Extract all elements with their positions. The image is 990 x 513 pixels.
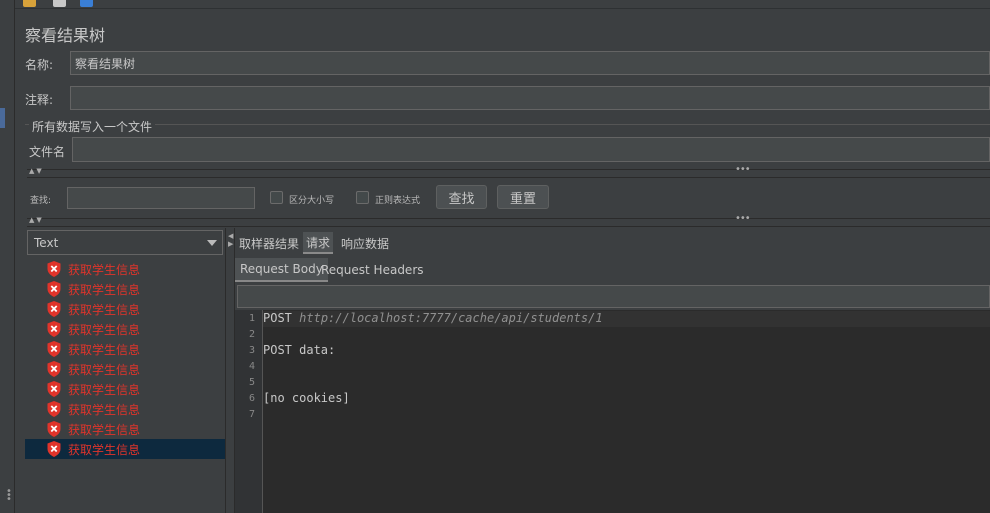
name-field[interactable]: 察看结果树 [70, 51, 990, 75]
filename-field[interactable] [72, 137, 990, 162]
search-label: 查找: [30, 196, 52, 206]
tree-item[interactable]: 获取学生信息 [25, 259, 225, 279]
splitter-top[interactable]: ▲▼ ••• [27, 164, 990, 178]
error-shield-icon [47, 401, 61, 417]
tree-item[interactable]: 获取学生信息 [25, 399, 225, 419]
case-sensitive-label: 区分大小写 [289, 196, 335, 206]
error-shield-icon [47, 261, 61, 277]
tree-item-label: 获取学生信息 [68, 422, 141, 437]
comment-label: 注释: [25, 93, 54, 107]
line-number: 2 [248, 329, 255, 340]
name-value: 察看结果树 [75, 56, 136, 71]
reset-button[interactable]: 重置 [497, 185, 549, 209]
error-shield-icon [47, 441, 61, 457]
editor-search-bar[interactable] [237, 285, 990, 308]
drag-handle-icon[interactable]: • • • [6, 487, 12, 505]
tree-item-label: 获取学生信息 [68, 342, 141, 357]
tab-sampler-result[interactable]: 取样器结果 [236, 232, 302, 254]
tree-item[interactable]: 获取学生信息 [25, 379, 225, 399]
collapse-arrows-icon[interactable]: ◀ ▶ [228, 232, 233, 248]
name-label: 名称: [25, 58, 54, 72]
line-number: 4 [248, 361, 255, 372]
file-group-title: 所有数据写入一个文件 [29, 118, 156, 135]
find-button[interactable]: 查找 [436, 185, 487, 209]
info-icon[interactable] [80, 0, 93, 7]
filename-label: 文件名 [29, 145, 66, 159]
tab-request[interactable]: 请求 [303, 232, 334, 254]
error-shield-icon [47, 301, 61, 317]
tree-item[interactable]: 获取学生信息 [25, 279, 225, 299]
page-title: 察看结果树 [25, 26, 106, 45]
tree-item[interactable]: 获取学生信息 [25, 319, 225, 339]
line-number: 7 [248, 409, 255, 420]
tree-item[interactable]: 获取学生信息 [25, 339, 225, 359]
tree-item[interactable]: 获取学生信息 [25, 299, 225, 319]
line-number: 3 [248, 345, 255, 356]
code-line-3: POST data: [263, 343, 336, 357]
line-number: 5 [248, 377, 255, 388]
tree-item-label: 获取学生信息 [68, 362, 141, 377]
line-number: 1 [248, 313, 255, 324]
error-shield-icon [47, 281, 61, 297]
tree-item[interactable]: 获取学生信息 [25, 439, 225, 459]
regex-label: 正则表达式 [375, 196, 421, 206]
file-group-border [25, 124, 990, 125]
subtab-request-headers[interactable]: Request Headers [316, 258, 429, 282]
error-shield-icon [47, 321, 61, 337]
request-url: http://localhost:7777/cache/api/students… [299, 311, 603, 325]
tree-item-label: 获取学生信息 [68, 322, 141, 337]
sidebar-selection-marker [0, 108, 5, 128]
error-shield-icon [47, 341, 61, 357]
tree-item[interactable]: 获取学生信息 [25, 359, 225, 379]
code-line-1: POST http://localhost:7777/cache/api/stu… [263, 311, 603, 325]
tree-item-label: 获取学生信息 [68, 302, 141, 317]
error-shield-icon [47, 381, 61, 397]
top-toolbar [15, 0, 990, 9]
splitter-middle[interactable]: ▲▼ ••• [27, 213, 990, 227]
tree-item-label: 获取学生信息 [68, 262, 141, 277]
renderer-selected: Text [34, 235, 59, 250]
tree-item-label: 获取学生信息 [68, 382, 141, 397]
case-sensitive-checkbox[interactable] [270, 191, 283, 204]
search-input[interactable] [67, 187, 255, 209]
splitter-grip-icon[interactable]: ••• [735, 164, 751, 175]
tree-item[interactable]: 获取学生信息 [25, 419, 225, 439]
comment-field[interactable] [70, 86, 990, 110]
http-method: POST [263, 311, 292, 325]
vertical-splitter[interactable]: ◀ ▶ [225, 228, 235, 513]
document-icon[interactable] [53, 0, 66, 7]
renderer-select[interactable]: Text [27, 230, 223, 255]
pencil-icon[interactable] [23, 0, 36, 7]
line-number: 6 [248, 393, 255, 404]
collapse-arrows-icon[interactable]: ▲▼ [29, 167, 44, 175]
request-editor[interactable] [235, 310, 990, 513]
splitter-grip-icon[interactable]: ••• [735, 213, 751, 224]
error-shield-icon [47, 421, 61, 437]
tree-item-label: 获取学生信息 [68, 442, 141, 457]
collapse-arrows-icon[interactable]: ▲▼ [29, 216, 44, 224]
code-line-6: [no cookies] [263, 391, 350, 405]
regex-checkbox[interactable] [356, 191, 369, 204]
tab-response-data[interactable]: 响应数据 [338, 232, 392, 254]
left-sidebar-strip: • • • [0, 0, 15, 513]
tree-item-label: 获取学生信息 [68, 402, 141, 417]
tree-item-label: 获取学生信息 [68, 282, 141, 297]
error-shield-icon [47, 361, 61, 377]
subtab-request-body[interactable]: Request Body [235, 258, 328, 282]
chevron-down-icon[interactable] [207, 240, 217, 246]
